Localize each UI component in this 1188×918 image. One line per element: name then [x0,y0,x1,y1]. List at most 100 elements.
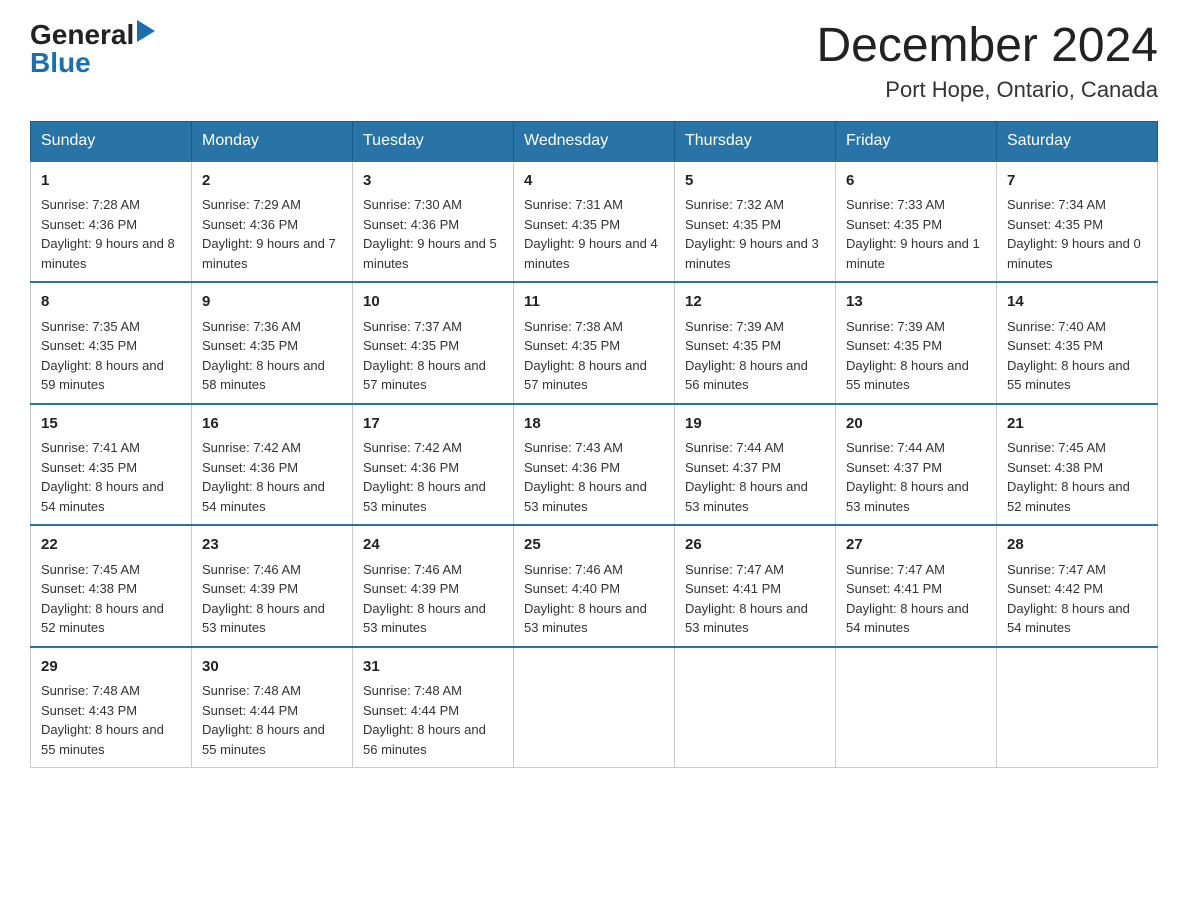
day-number: 5 [685,170,825,193]
day-info: Sunrise: 7:42 AMSunset: 4:36 PMDaylight:… [363,440,486,514]
day-number: 16 [202,413,342,436]
title-section: December 2024 Port Hope, Ontario, Canada [816,20,1158,103]
calendar-cell [514,647,675,768]
day-number: 11 [524,291,664,314]
day-info: Sunrise: 7:32 AMSunset: 4:35 PMDaylight:… [685,197,819,271]
page-header: General Blue December 2024 Port Hope, On… [30,20,1158,103]
week-row-3: 15 Sunrise: 7:41 AMSunset: 4:35 PMDaylig… [31,404,1158,526]
day-info: Sunrise: 7:40 AMSunset: 4:35 PMDaylight:… [1007,319,1130,393]
day-info: Sunrise: 7:38 AMSunset: 4:35 PMDaylight:… [524,319,647,393]
day-info: Sunrise: 7:48 AMSunset: 4:44 PMDaylight:… [202,683,325,757]
day-number: 4 [524,170,664,193]
calendar-cell: 4 Sunrise: 7:31 AMSunset: 4:35 PMDayligh… [514,161,675,283]
day-info: Sunrise: 7:34 AMSunset: 4:35 PMDaylight:… [1007,197,1141,271]
column-header-saturday: Saturday [997,121,1158,161]
logo-triangle-icon [137,20,155,47]
calendar-cell: 21 Sunrise: 7:45 AMSunset: 4:38 PMDaylig… [997,404,1158,526]
day-info: Sunrise: 7:45 AMSunset: 4:38 PMDaylight:… [1007,440,1130,514]
days-header-row: SundayMondayTuesdayWednesdayThursdayFrid… [31,121,1158,161]
day-number: 9 [202,291,342,314]
day-number: 21 [1007,413,1147,436]
calendar-cell: 2 Sunrise: 7:29 AMSunset: 4:36 PMDayligh… [192,161,353,283]
day-number: 15 [41,413,181,436]
day-info: Sunrise: 7:31 AMSunset: 4:35 PMDaylight:… [524,197,658,271]
calendar-cell: 31 Sunrise: 7:48 AMSunset: 4:44 PMDaylig… [353,647,514,768]
day-info: Sunrise: 7:48 AMSunset: 4:44 PMDaylight:… [363,683,486,757]
calendar-cell: 23 Sunrise: 7:46 AMSunset: 4:39 PMDaylig… [192,525,353,647]
day-info: Sunrise: 7:47 AMSunset: 4:42 PMDaylight:… [1007,562,1130,636]
column-header-sunday: Sunday [31,121,192,161]
day-info: Sunrise: 7:46 AMSunset: 4:40 PMDaylight:… [524,562,647,636]
day-number: 17 [363,413,503,436]
calendar-cell: 15 Sunrise: 7:41 AMSunset: 4:35 PMDaylig… [31,404,192,526]
calendar-cell: 5 Sunrise: 7:32 AMSunset: 4:35 PMDayligh… [675,161,836,283]
calendar-subtitle: Port Hope, Ontario, Canada [816,77,1158,103]
calendar-cell: 20 Sunrise: 7:44 AMSunset: 4:37 PMDaylig… [836,404,997,526]
calendar-cell [675,647,836,768]
day-info: Sunrise: 7:47 AMSunset: 4:41 PMDaylight:… [846,562,969,636]
day-number: 19 [685,413,825,436]
day-info: Sunrise: 7:36 AMSunset: 4:35 PMDaylight:… [202,319,325,393]
calendar-cell: 7 Sunrise: 7:34 AMSunset: 4:35 PMDayligh… [997,161,1158,283]
day-number: 24 [363,534,503,557]
calendar-table: SundayMondayTuesdayWednesdayThursdayFrid… [30,121,1158,769]
day-number: 10 [363,291,503,314]
day-info: Sunrise: 7:46 AMSunset: 4:39 PMDaylight:… [363,562,486,636]
day-info: Sunrise: 7:39 AMSunset: 4:35 PMDaylight:… [685,319,808,393]
day-number: 14 [1007,291,1147,314]
day-number: 18 [524,413,664,436]
day-info: Sunrise: 7:28 AMSunset: 4:36 PMDaylight:… [41,197,175,271]
calendar-cell: 19 Sunrise: 7:44 AMSunset: 4:37 PMDaylig… [675,404,836,526]
calendar-cell: 8 Sunrise: 7:35 AMSunset: 4:35 PMDayligh… [31,282,192,404]
day-number: 29 [41,656,181,679]
day-number: 26 [685,534,825,557]
day-info: Sunrise: 7:35 AMSunset: 4:35 PMDaylight:… [41,319,164,393]
day-number: 8 [41,291,181,314]
day-number: 23 [202,534,342,557]
week-row-2: 8 Sunrise: 7:35 AMSunset: 4:35 PMDayligh… [31,282,1158,404]
day-info: Sunrise: 7:45 AMSunset: 4:38 PMDaylight:… [41,562,164,636]
day-info: Sunrise: 7:37 AMSunset: 4:35 PMDaylight:… [363,319,486,393]
day-number: 13 [846,291,986,314]
day-number: 20 [846,413,986,436]
calendar-cell: 24 Sunrise: 7:46 AMSunset: 4:39 PMDaylig… [353,525,514,647]
calendar-cell: 1 Sunrise: 7:28 AMSunset: 4:36 PMDayligh… [31,161,192,283]
calendar-cell: 9 Sunrise: 7:36 AMSunset: 4:35 PMDayligh… [192,282,353,404]
day-info: Sunrise: 7:48 AMSunset: 4:43 PMDaylight:… [41,683,164,757]
day-number: 2 [202,170,342,193]
day-number: 12 [685,291,825,314]
day-info: Sunrise: 7:33 AMSunset: 4:35 PMDaylight:… [846,197,980,271]
calendar-cell: 26 Sunrise: 7:47 AMSunset: 4:41 PMDaylig… [675,525,836,647]
calendar-cell: 29 Sunrise: 7:48 AMSunset: 4:43 PMDaylig… [31,647,192,768]
day-number: 27 [846,534,986,557]
column-header-thursday: Thursday [675,121,836,161]
calendar-cell [836,647,997,768]
calendar-cell: 28 Sunrise: 7:47 AMSunset: 4:42 PMDaylig… [997,525,1158,647]
day-info: Sunrise: 7:29 AMSunset: 4:36 PMDaylight:… [202,197,336,271]
day-info: Sunrise: 7:39 AMSunset: 4:35 PMDaylight:… [846,319,969,393]
day-info: Sunrise: 7:47 AMSunset: 4:41 PMDaylight:… [685,562,808,636]
calendar-cell: 13 Sunrise: 7:39 AMSunset: 4:35 PMDaylig… [836,282,997,404]
calendar-cell [997,647,1158,768]
calendar-cell: 14 Sunrise: 7:40 AMSunset: 4:35 PMDaylig… [997,282,1158,404]
day-number: 1 [41,170,181,193]
day-number: 6 [846,170,986,193]
calendar-cell: 3 Sunrise: 7:30 AMSunset: 4:36 PMDayligh… [353,161,514,283]
calendar-cell: 22 Sunrise: 7:45 AMSunset: 4:38 PMDaylig… [31,525,192,647]
week-row-4: 22 Sunrise: 7:45 AMSunset: 4:38 PMDaylig… [31,525,1158,647]
day-info: Sunrise: 7:44 AMSunset: 4:37 PMDaylight:… [685,440,808,514]
day-number: 30 [202,656,342,679]
day-info: Sunrise: 7:44 AMSunset: 4:37 PMDaylight:… [846,440,969,514]
day-number: 3 [363,170,503,193]
day-info: Sunrise: 7:46 AMSunset: 4:39 PMDaylight:… [202,562,325,636]
day-info: Sunrise: 7:42 AMSunset: 4:36 PMDaylight:… [202,440,325,514]
day-info: Sunrise: 7:30 AMSunset: 4:36 PMDaylight:… [363,197,497,271]
calendar-cell: 17 Sunrise: 7:42 AMSunset: 4:36 PMDaylig… [353,404,514,526]
logo-general: General [30,21,134,49]
day-number: 25 [524,534,664,557]
column-header-friday: Friday [836,121,997,161]
calendar-cell: 11 Sunrise: 7:38 AMSunset: 4:35 PMDaylig… [514,282,675,404]
calendar-cell: 10 Sunrise: 7:37 AMSunset: 4:35 PMDaylig… [353,282,514,404]
calendar-title: December 2024 [816,20,1158,73]
day-number: 28 [1007,534,1147,557]
